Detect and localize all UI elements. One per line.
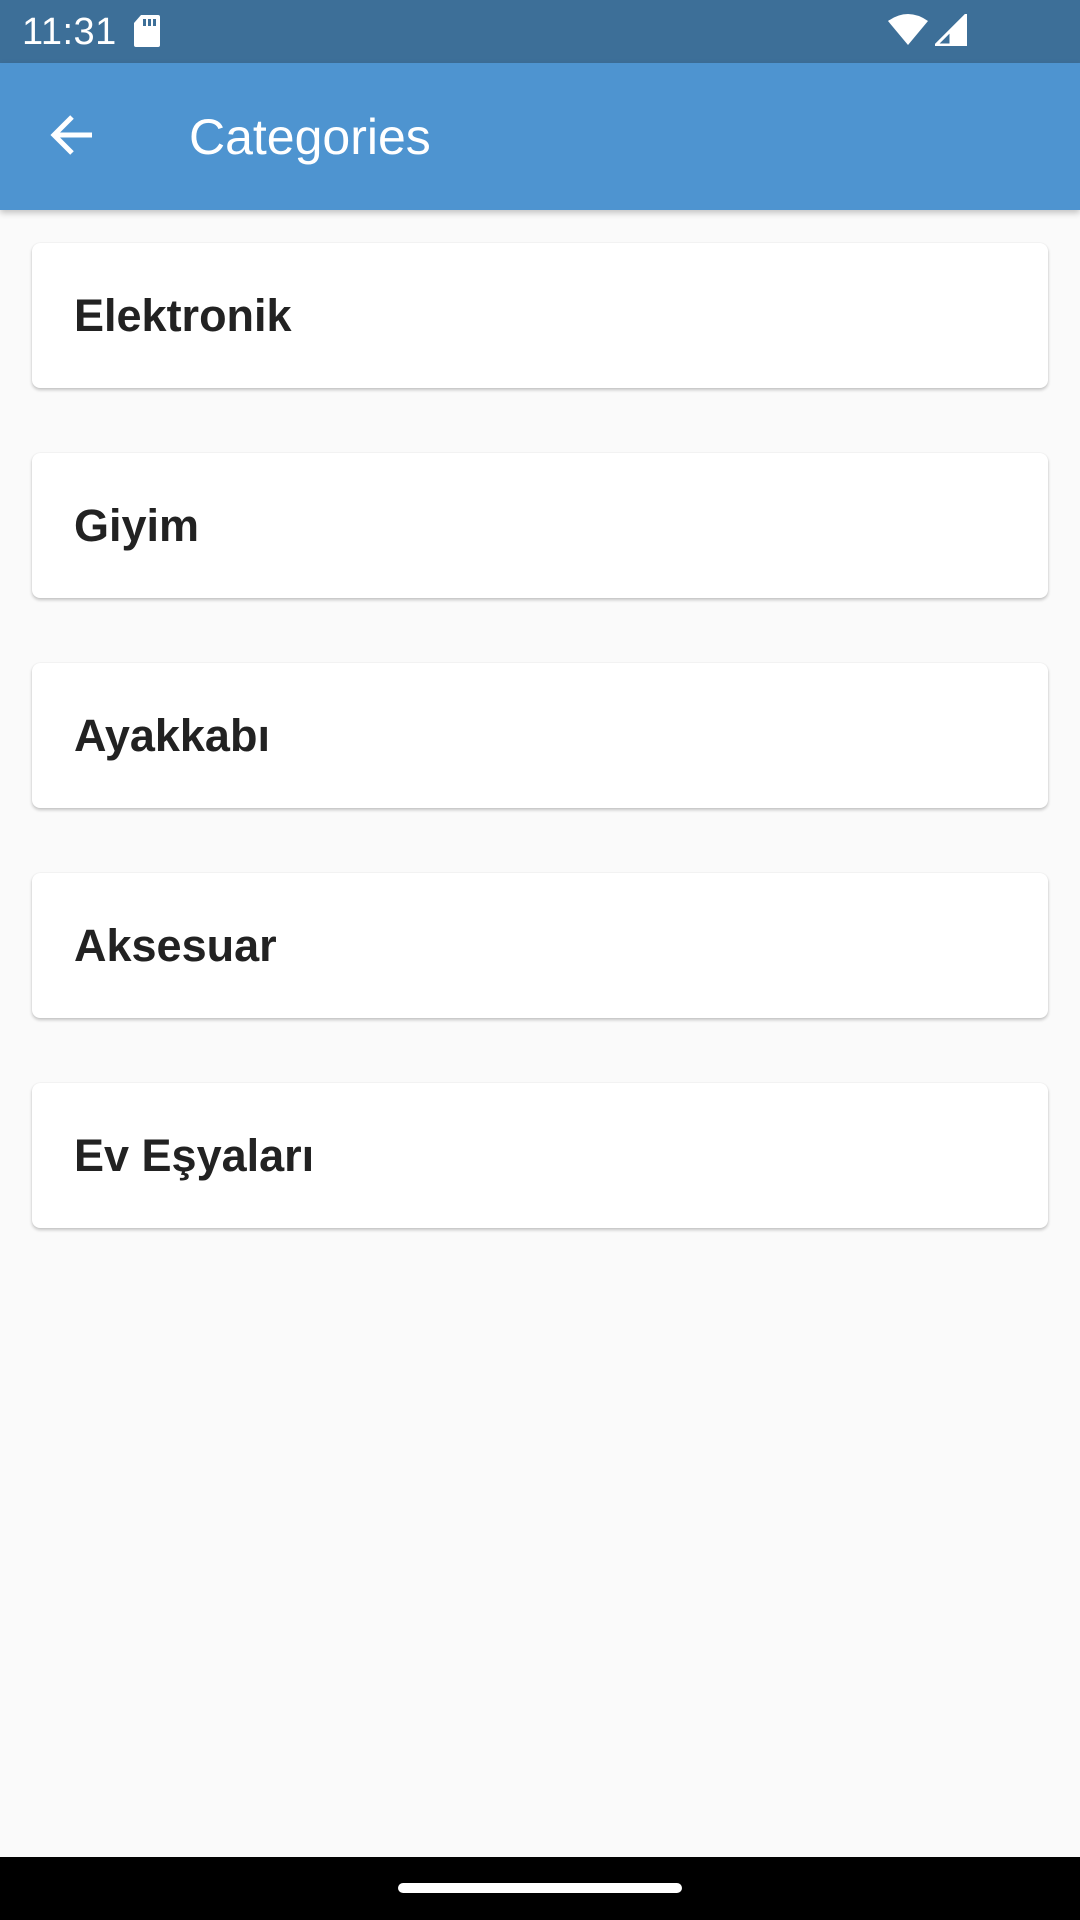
category-item-elektronik[interactable]: Elektronik	[32, 243, 1048, 388]
app-bar: Categories	[0, 63, 1080, 210]
status-time: 11:31	[22, 11, 117, 53]
page-title: Categories	[189, 109, 431, 165]
arrow-left-icon	[48, 111, 96, 164]
status-bar: 11:31	[0, 0, 1080, 63]
cell-signal-icon	[934, 13, 968, 47]
category-item-ev-esyalari[interactable]: Ev Eşyaları	[32, 1083, 1048, 1228]
category-label: Ev Eşyaları	[74, 1130, 315, 1181]
category-label: Aksesuar	[74, 920, 277, 971]
system-nav-bar	[0, 1857, 1080, 1920]
screen: 11:31 Categories Elektronik Giyim Ayakka…	[0, 0, 1080, 1920]
category-label: Ayakkabı	[74, 710, 270, 761]
back-button[interactable]	[36, 101, 108, 173]
sd-card-icon	[133, 14, 161, 48]
category-label: Elektronik	[74, 290, 292, 341]
category-item-giyim[interactable]: Giyim	[32, 453, 1048, 598]
category-item-ayakkabi[interactable]: Ayakkabı	[32, 663, 1048, 808]
category-item-aksesuar[interactable]: Aksesuar	[32, 873, 1048, 1018]
home-indicator[interactable]	[398, 1883, 682, 1893]
category-label: Giyim	[74, 500, 200, 551]
category-list-container: Elektronik Giyim Ayakkabı Aksesuar Ev Eş…	[0, 210, 1080, 1857]
wifi-icon	[888, 14, 928, 46]
